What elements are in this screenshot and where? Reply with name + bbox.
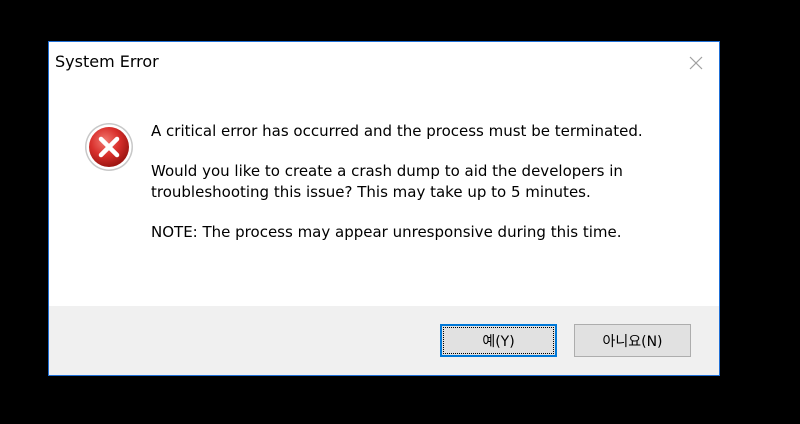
error-message: A critical error has occurred and the pr… [151,121,691,262]
close-icon [689,56,703,70]
message-line-1: A critical error has occurred and the pr… [151,122,643,140]
title-bar[interactable]: System Error [49,42,719,84]
yes-button[interactable]: 예(Y) [440,324,557,357]
error-icon [85,123,133,171]
system-error-dialog: System Error A critical error has occurr… [48,41,720,376]
dialog-content: A critical error has occurred and the pr… [49,84,719,306]
yes-button-focus-rect: 예(Y) [443,327,554,354]
no-button[interactable]: 아니요(N) [574,324,691,357]
yes-button-label: 예(Y) [482,333,515,350]
message-line-2: Would you like to create a crash dump to… [151,162,623,201]
message-line-3: NOTE: The process may appear unresponsiv… [151,223,622,241]
no-button-label: 아니요(N) [602,333,663,350]
close-button[interactable] [673,42,719,84]
dialog-title: System Error [55,52,159,71]
button-bar: 예(Y) 아니요(N) [49,306,719,375]
